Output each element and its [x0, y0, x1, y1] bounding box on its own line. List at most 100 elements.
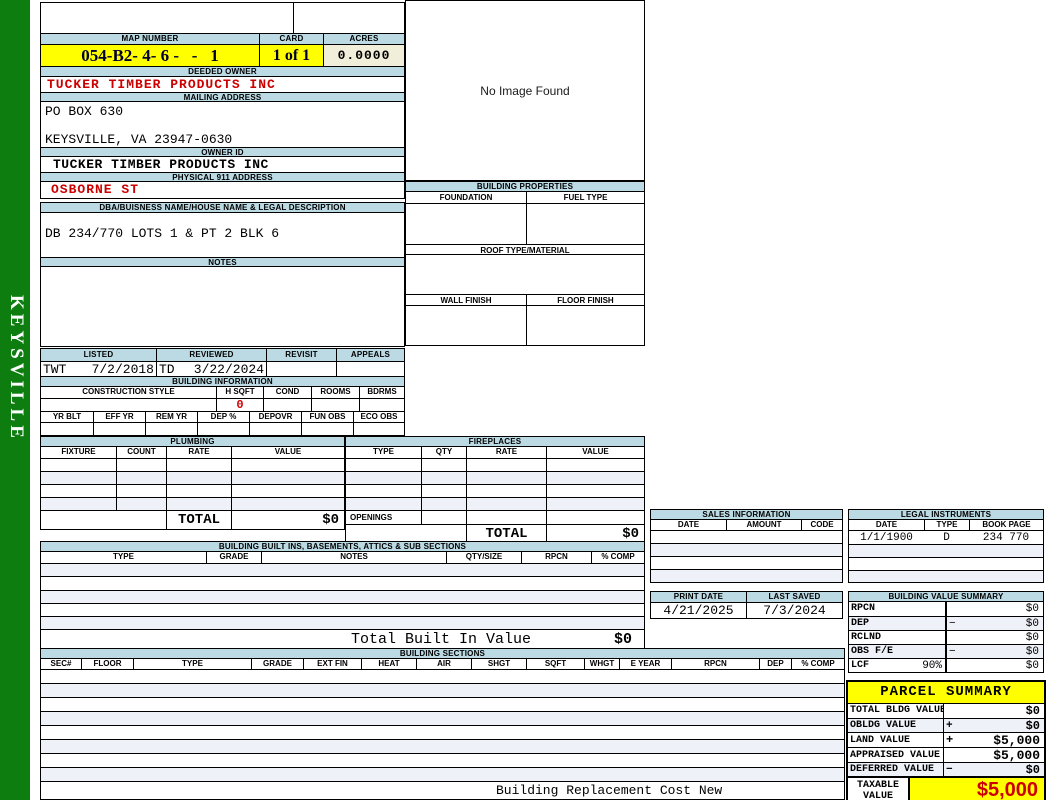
- listed-by: TWT: [43, 362, 67, 377]
- last-saved-value: 7/3/2024: [746, 603, 842, 618]
- cond-value: [263, 399, 311, 411]
- card-value: 1 of 1: [259, 45, 323, 66]
- legal-date: 1/1/1900: [860, 532, 913, 544]
- bvs-row: DEP − $0: [849, 616, 1043, 630]
- floor-finish-value: [526, 306, 644, 345]
- parcel-row: APPRAISED VALUE $5,000: [848, 747, 1044, 762]
- bvs-value: $0: [1025, 618, 1039, 630]
- parcel-op: −: [946, 764, 953, 776]
- parcel-row: DEFERRED VALUE − $0: [848, 762, 1044, 776]
- rooms-value: [311, 399, 359, 411]
- plumbing-total-label: TOTAL: [166, 511, 231, 529]
- effyr-label: EFF YR: [93, 412, 145, 422]
- building-value-summary-block: BUILDING VALUE SUMMARY RPCN $0 DEP − $0 …: [848, 591, 1044, 673]
- parcel-value: $0: [1025, 704, 1040, 718]
- table-row: [651, 543, 842, 556]
- parcel-value-cell: + $5,000: [943, 733, 1044, 747]
- table-row: [346, 484, 644, 497]
- print-date-value: 4/21/2025: [663, 603, 734, 618]
- mailing-line1: PO BOX 630: [45, 104, 124, 119]
- air-label: AIR: [416, 659, 471, 669]
- funobs-label: FUN OBS: [301, 412, 353, 422]
- heat-label: HEAT: [361, 659, 416, 669]
- deeded-owner-value: TUCKER TIMBER PRODUCTS INC: [47, 77, 276, 92]
- comp-label: % COMP: [591, 552, 644, 563]
- table-row: [651, 569, 842, 582]
- bvs-label: LCF: [851, 660, 870, 671]
- hsqft-label: H SQFT: [216, 387, 263, 398]
- bvs-op: [947, 631, 963, 644]
- mailing-address-label: MAILING ADDRESS: [41, 92, 404, 102]
- dep-label: DEP %: [197, 412, 249, 422]
- parcel-op: +: [946, 733, 954, 747]
- wall-finish-label: WALL FINISH: [406, 295, 526, 305]
- bvs-row: LCF 90% $0: [849, 658, 1043, 672]
- bvs-row: RPCN $0: [849, 602, 1043, 616]
- legal-description-area: DB 234/770 LOTS 1 & PT 2 BLK 6: [41, 213, 404, 257]
- table-row: [41, 458, 344, 471]
- roof-label: ROOF TYPE/MATERIAL: [406, 244, 644, 255]
- code-label: CODE: [801, 520, 842, 530]
- parcel-value: $5,000: [993, 748, 1040, 762]
- physical-address-label: PHYSICAL 911 ADDRESS: [41, 172, 404, 182]
- listed-value: TWT 7/2/2018: [41, 362, 156, 377]
- building-sections-title: BUILDING SECTIONS: [41, 649, 844, 659]
- dep-label: DEP: [759, 659, 791, 669]
- rate-label: RATE: [166, 447, 231, 458]
- table-row: [41, 590, 644, 603]
- shgt-label: SHGT: [471, 659, 526, 669]
- type-label: TYPE: [133, 659, 251, 669]
- bdrms-value: [359, 399, 404, 411]
- extfin-label: EXT FIN: [303, 659, 361, 669]
- bvs-op: [947, 659, 963, 672]
- acres-value: 0.0000: [323, 45, 404, 66]
- parcel-op: [944, 704, 960, 718]
- plumbing-total-row: TOTAL $0: [41, 510, 344, 529]
- ecoobs-label: ECO OBS: [353, 412, 404, 422]
- built-ins-total-value: $0: [613, 631, 632, 648]
- built-ins-block: BUILDING BUILT INS, BASEMENTS, ATTICS & …: [40, 541, 645, 650]
- value-label: VALUE: [231, 447, 344, 458]
- bvs-lcf-pct: 90%: [922, 660, 942, 672]
- bvs-value-cell: − $0: [945, 645, 1043, 658]
- table-row: [41, 711, 844, 725]
- bvs-label: DEP: [851, 618, 870, 629]
- date-label: DATE: [849, 520, 924, 530]
- plumbing-total-value: $0: [231, 511, 344, 529]
- bvs-value: $0: [1025, 660, 1039, 672]
- qty-size-label: QTY/SIZE: [446, 552, 521, 563]
- fireplaces-total-row: TOTAL $0: [346, 524, 644, 542]
- card-label: CARD: [259, 34, 323, 44]
- table-row: [849, 570, 1043, 582]
- floor-finish-label: FLOOR FINISH: [526, 295, 644, 305]
- type-label: TYPE: [924, 520, 969, 530]
- table-row: [41, 697, 844, 711]
- table-row: [41, 563, 644, 576]
- acres-label: ACRES: [323, 34, 404, 44]
- print-date-label: PRINT DATE: [651, 592, 746, 602]
- map-number-value: 054-B2- 4- 6 - - 1: [41, 45, 259, 66]
- bvs-op: [947, 602, 963, 616]
- sqft-label: SQFT: [526, 659, 584, 669]
- parcel-summary-block: PARCEL SUMMARY TOTAL BLDG VALUE $0 OBLDG…: [846, 680, 1046, 800]
- bvs-value-cell: − $0: [945, 617, 1043, 630]
- reviewed-label: REVIEWED: [156, 349, 266, 361]
- rate-label: RATE: [466, 447, 546, 458]
- remyr-label: REM YR: [145, 412, 197, 422]
- table-row: [41, 576, 644, 590]
- fireplaces-total-value: $0: [546, 525, 644, 542]
- building-sections-footer: Building Replacement Cost New: [41, 781, 844, 799]
- reviewed-by: TD: [159, 362, 175, 377]
- map-number-label: MAP NUMBER: [41, 34, 259, 44]
- table-row: [41, 471, 344, 484]
- legal-block: DBA/BUISNESS NAME/HOUSE NAME & LEGAL DES…: [40, 202, 405, 347]
- bvs-label: RCLND: [851, 632, 882, 643]
- revisit-value: [266, 362, 336, 377]
- bvs-op: −: [949, 618, 956, 630]
- table-row: [41, 497, 344, 510]
- reviewed-value: TD 3/22/2024: [156, 362, 266, 377]
- no-image-text: No Image Found: [480, 84, 570, 98]
- building-sections-block: BUILDING SECTIONS SEC# FLOOR TYPE GRADE …: [40, 648, 845, 800]
- rooms-label: ROOMS: [311, 387, 359, 398]
- revisit-label: REVISIT: [266, 349, 336, 361]
